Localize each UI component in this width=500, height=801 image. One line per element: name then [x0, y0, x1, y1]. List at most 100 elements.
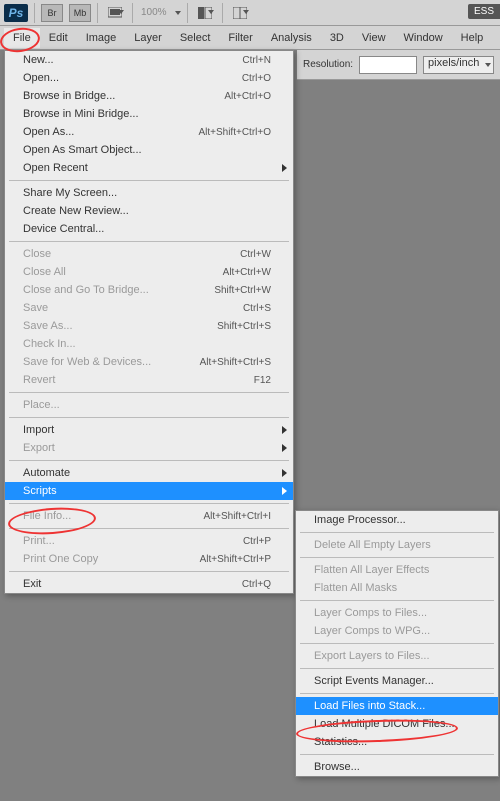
scripts-menu-item[interactable]: Layer Comps to WPG... [296, 622, 498, 640]
scripts-menu-item[interactable]: Load Multiple DICOM Files... [296, 715, 498, 733]
menu-shortcut: Alt+Ctrl+W [223, 267, 271, 278]
file-menu-item[interactable]: Browse in Mini Bridge... [5, 105, 293, 123]
resolution-unit-select[interactable]: pixels/inch [423, 56, 494, 74]
menu-window[interactable]: Window [395, 28, 452, 48]
menu-item-label: Layer Comps to Files... [314, 607, 427, 619]
file-menu-item[interactable]: Create New Review... [5, 202, 293, 220]
menu-item-label: Flatten All Masks [314, 582, 397, 594]
menu-shortcut: Ctrl+N [242, 55, 271, 66]
file-dropdown-menu: New...Ctrl+NOpen...Ctrl+OBrowse in Bridg… [4, 50, 294, 594]
scripts-menu-item[interactable]: Export Layers to Files... [296, 647, 498, 665]
menu-separator [300, 532, 494, 533]
menu-item-label: Open As... [23, 126, 74, 138]
chevron-right-icon [282, 469, 287, 477]
file-menu-item[interactable]: Automate [5, 464, 293, 482]
scripts-menu-item[interactable]: Image Processor... [296, 511, 498, 529]
scripts-submenu: Image Processor... Delete All Empty Layer… [295, 510, 499, 777]
menu-shortcut: Ctrl+S [243, 303, 271, 314]
file-menu-item[interactable]: Share My Screen... [5, 184, 293, 202]
menu-image[interactable]: Image [77, 28, 126, 48]
menu-item-label: Scripts [23, 485, 57, 497]
file-menu-item[interactable]: Browse in Bridge...Alt+Ctrl+O [5, 87, 293, 105]
scripts-menu-item[interactable]: Layer Comps to Files... [296, 604, 498, 622]
bridge-button[interactable]: Br [41, 4, 63, 22]
menu-file[interactable]: File [4, 28, 40, 48]
scripts-menu-item[interactable]: Script Events Manager... [296, 672, 498, 690]
menu-separator [9, 571, 289, 572]
menu-shortcut: Ctrl+P [243, 536, 271, 547]
chevron-right-icon [282, 444, 287, 452]
menu-filter[interactable]: Filter [219, 28, 261, 48]
file-menu-item[interactable]: Print...Ctrl+P [5, 532, 293, 550]
file-menu-item[interactable]: Open As Smart Object... [5, 141, 293, 159]
zoom-level[interactable]: 100% [139, 7, 169, 18]
scripts-menu-item[interactable]: Browse... [296, 758, 498, 776]
menu-item-label: Close and Go To Bridge... [23, 284, 149, 296]
file-menu-item[interactable]: Device Central... [5, 220, 293, 238]
file-menu-item[interactable]: Save As...Shift+Ctrl+S [5, 317, 293, 335]
menu-layer[interactable]: Layer [125, 28, 171, 48]
screen-mode-icon[interactable] [104, 4, 126, 22]
menu-item-label: Export Layers to Files... [314, 650, 430, 662]
menu-select[interactable]: Select [171, 28, 220, 48]
menu-item-label: Browse in Mini Bridge... [23, 108, 139, 120]
menu-edit[interactable]: Edit [40, 28, 77, 48]
separator [187, 3, 188, 23]
menu-item-label: Open Recent [23, 162, 88, 174]
menu-item-label: Place... [23, 399, 60, 411]
file-menu-item[interactable]: Scripts [5, 482, 293, 500]
menu-shortcut: Shift+Ctrl+W [214, 285, 271, 296]
menu-separator [300, 557, 494, 558]
scripts-menu-item[interactable]: Statistics... [296, 733, 498, 751]
file-menu-item[interactable]: New...Ctrl+N [5, 51, 293, 69]
menu-item-label: Revert [23, 374, 55, 386]
menu-item-label: Export [23, 442, 55, 454]
menu-item-label: Statistics... [314, 736, 367, 748]
file-menu-item[interactable]: Open Recent [5, 159, 293, 177]
separator [97, 3, 98, 23]
scripts-menu-item[interactable]: Flatten All Layer Effects [296, 561, 498, 579]
menu-item-label: Print One Copy [23, 553, 98, 565]
file-menu-item[interactable]: RevertF12 [5, 371, 293, 389]
file-menu-item[interactable]: Check In... [5, 335, 293, 353]
file-menu-item[interactable]: Save for Web & Devices...Alt+Shift+Ctrl+… [5, 353, 293, 371]
file-menu-item[interactable]: Export [5, 439, 293, 457]
menu-item-label: File Info... [23, 510, 71, 522]
file-menu-item[interactable]: Close and Go To Bridge... Shift+Ctrl+W [5, 281, 293, 299]
resolution-input[interactable] [359, 56, 417, 74]
menu-analysis[interactable]: Analysis [262, 28, 321, 48]
menu-item-label: Exit [23, 578, 41, 590]
scripts-menu-item[interactable]: Delete All Empty Layers [296, 536, 498, 554]
scripts-menu-item[interactable]: Flatten All Masks [296, 579, 498, 597]
scripts-menu-item[interactable]: Load Files into Stack... [296, 697, 498, 715]
file-menu-item[interactable]: CloseCtrl+W [5, 245, 293, 263]
file-menu-item[interactable]: ExitCtrl+Q [5, 575, 293, 593]
file-menu-item[interactable]: Open As... Alt+Shift+Ctrl+O [5, 123, 293, 141]
file-menu-item[interactable]: Place... [5, 396, 293, 414]
menu-shortcut: Alt+Shift+Ctrl+O [198, 127, 271, 138]
menu-item-label: Browse... [314, 761, 360, 773]
minibridge-button[interactable]: Mb [69, 4, 91, 22]
menu-item-label: Open As Smart Object... [23, 144, 142, 156]
chevron-down-icon[interactable] [175, 11, 181, 15]
file-menu-item[interactable]: File Info...Alt+Shift+Ctrl+I [5, 507, 293, 525]
workspace-label[interactable]: ESS [468, 4, 500, 19]
arrange-documents-icon[interactable] [229, 4, 251, 22]
menu-separator [9, 392, 289, 393]
menu-3d[interactable]: 3D [321, 28, 353, 48]
separator [222, 3, 223, 23]
menu-item-label: Close All [23, 266, 66, 278]
menubar: File Edit Image Layer Select Filter Anal… [0, 26, 500, 50]
menu-separator [9, 417, 289, 418]
menu-view[interactable]: View [353, 28, 395, 48]
file-menu-item[interactable]: Import [5, 421, 293, 439]
menu-help[interactable]: Help [452, 28, 493, 48]
view-extras-icon[interactable] [194, 4, 216, 22]
file-menu-item[interactable]: Open...Ctrl+O [5, 69, 293, 87]
file-menu-item[interactable]: SaveCtrl+S [5, 299, 293, 317]
menu-item-label: Delete All Empty Layers [314, 539, 431, 551]
file-menu-item[interactable]: Close All Alt+Ctrl+W [5, 263, 293, 281]
file-menu-item[interactable]: Print One CopyAlt+Shift+Ctrl+P [5, 550, 293, 568]
menu-shortcut: Alt+Ctrl+O [224, 91, 271, 102]
chevron-right-icon [282, 426, 287, 434]
